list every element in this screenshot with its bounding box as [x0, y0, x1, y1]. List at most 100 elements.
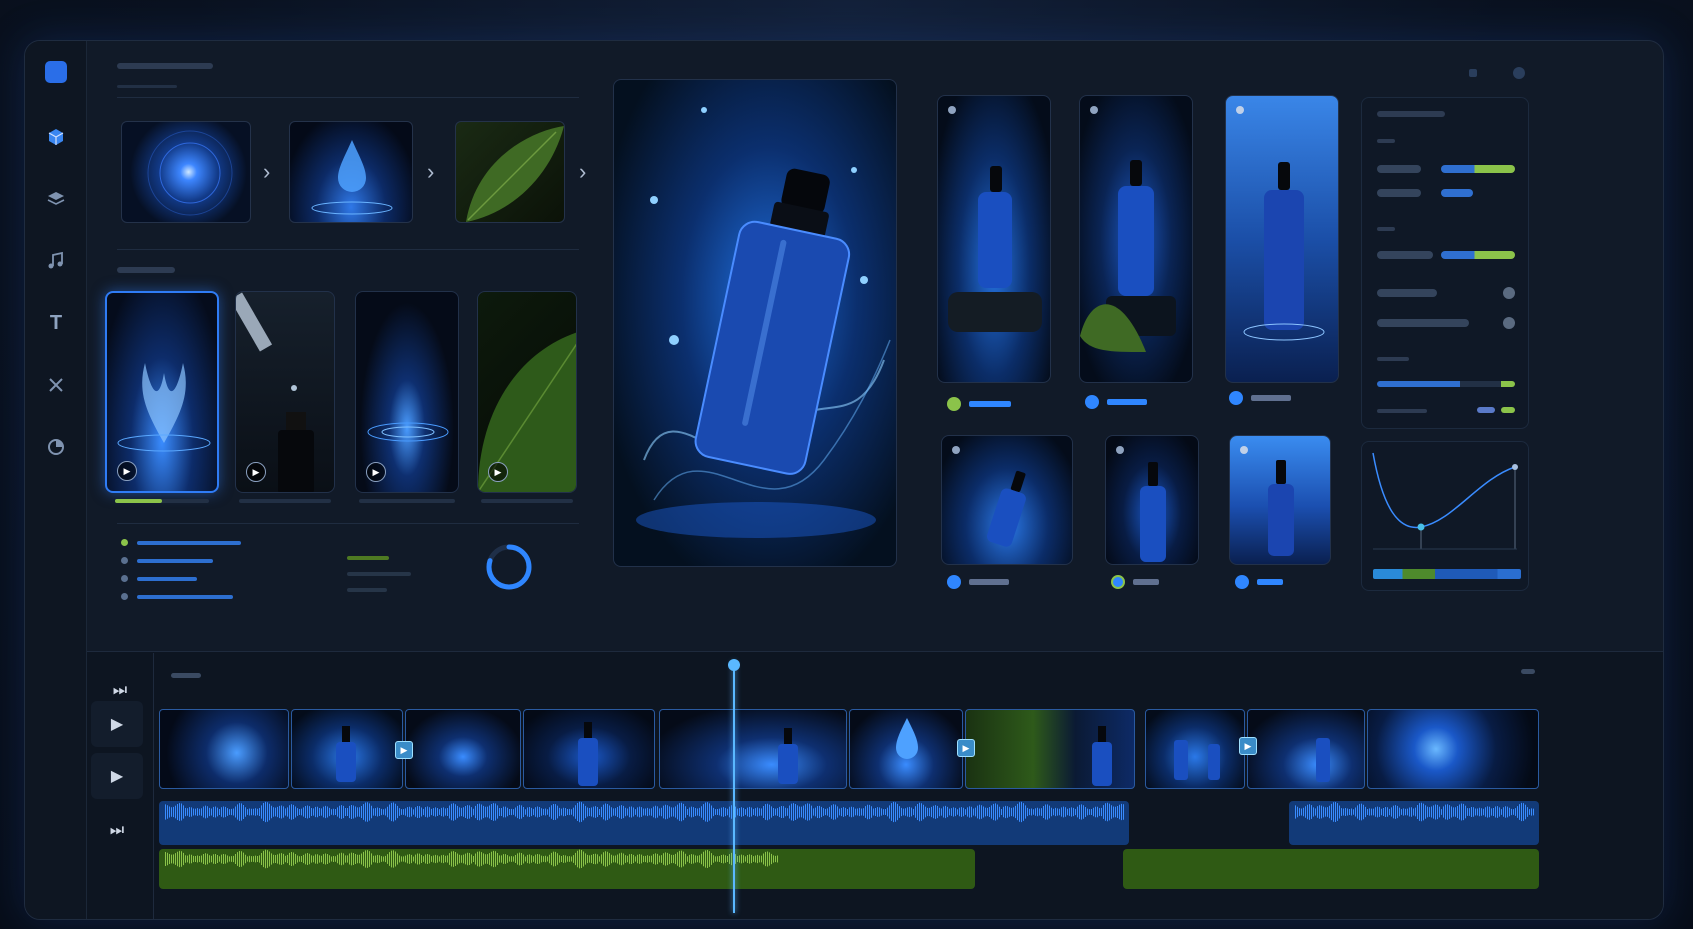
editor-window: T › › › ▶ ▶ ▶ ▶ ⏭ ▶ ▶ ⏭ ▶ ▶ ▶ [24, 40, 1664, 920]
clip-card-ripple[interactable]: ▶ [355, 291, 459, 493]
setting-slider[interactable] [1441, 189, 1473, 197]
settings-panel [1361, 97, 1529, 429]
settings-title [1377, 111, 1445, 117]
timeline-clip[interactable] [523, 709, 655, 789]
variant-label-bar [969, 579, 1009, 585]
play-button[interactable]: ▶ [91, 701, 143, 747]
timeline-divider [153, 653, 154, 919]
storyboard-frame-vortex[interactable] [121, 121, 251, 223]
divider [117, 249, 579, 250]
storyboard-frame-droplet[interactable] [289, 121, 413, 223]
list-dot [121, 575, 128, 582]
toggle-knob[interactable] [1503, 287, 1515, 299]
timeline-clip[interactable] [1367, 709, 1539, 789]
easing-curve-graph[interactable] [1369, 449, 1521, 559]
setting-label [1377, 289, 1437, 297]
status-dot [1235, 575, 1249, 589]
variant-card-leaf[interactable] [1079, 95, 1193, 383]
play-icon[interactable]: ▶ [246, 462, 266, 482]
setting-label [1377, 319, 1469, 327]
timeline-clip[interactable] [291, 709, 403, 789]
timeline-clip[interactable] [1247, 709, 1365, 789]
timeline-ruler-label [171, 673, 201, 678]
variant-card-splash-small[interactable] [941, 435, 1073, 565]
status-bar [347, 556, 389, 560]
timeline-clip[interactable] [1145, 709, 1245, 789]
status-bar [347, 588, 387, 592]
chevron-right-icon: › [579, 159, 587, 184]
setting-chip[interactable] [1477, 407, 1495, 413]
color-strip [1373, 569, 1521, 579]
status-bar [347, 572, 411, 576]
setting-label [1377, 409, 1427, 413]
setting-chip[interactable] [1501, 407, 1515, 413]
setting-label [1377, 189, 1421, 197]
list-item-bar [137, 595, 233, 599]
settings-section [1377, 227, 1395, 231]
play-icon[interactable]: ▶ [117, 461, 137, 481]
setting-slider[interactable] [1441, 251, 1515, 259]
setting-slider[interactable] [1377, 381, 1515, 387]
main-preview[interactable] [613, 79, 897, 567]
window-control[interactable] [1469, 69, 1477, 77]
divider [117, 97, 579, 98]
clip-card-leaf[interactable]: ▶ [477, 291, 577, 493]
timeline-clip[interactable] [159, 709, 289, 789]
status-dot [947, 575, 961, 589]
panel-title [117, 63, 213, 69]
playhead-handle[interactable] [728, 659, 740, 671]
card-indicator [1116, 446, 1124, 454]
timeline-clip[interactable] [965, 709, 1135, 789]
variant-label-bar [1107, 399, 1147, 405]
card-indicator [1240, 446, 1248, 454]
play-button[interactable]: ▶ [91, 753, 143, 799]
timeline-clip[interactable] [405, 709, 521, 789]
variant-card-bright[interactable] [1229, 435, 1331, 565]
chevron-right-icon: › [263, 159, 271, 184]
variant-card-stone[interactable] [937, 95, 1051, 383]
transition-icon[interactable]: ▶ [957, 739, 975, 757]
status-dot [1229, 391, 1243, 405]
cube-icon[interactable] [42, 123, 70, 151]
card-indicator [948, 106, 956, 114]
transition-icon[interactable]: ▶ [395, 741, 413, 759]
audio-track-blue[interactable] [159, 801, 1539, 845]
variant-card-water[interactable] [1225, 95, 1339, 383]
timeline-clip[interactable] [659, 709, 847, 789]
list-dot [121, 593, 128, 600]
status-dot [1085, 395, 1099, 409]
logo-icon[interactable] [45, 61, 67, 83]
clip-progress-bar [359, 499, 455, 503]
playhead[interactable] [733, 661, 735, 913]
divider [117, 523, 579, 524]
audio-track-green[interactable] [159, 849, 1539, 893]
clip-card-splash[interactable]: ▶ [105, 291, 219, 493]
settings-section [1377, 357, 1409, 361]
list-item-bar [137, 577, 197, 581]
clip-progress-bar [115, 499, 209, 503]
variant-label-bar [1251, 395, 1291, 401]
variant-label-bar [1257, 579, 1283, 585]
window-control[interactable] [1513, 67, 1525, 79]
variant-card-dark[interactable] [1105, 435, 1199, 565]
toggle-knob[interactable] [1503, 317, 1515, 329]
timeline-clip[interactable] [849, 709, 963, 789]
card-indicator [1236, 106, 1244, 114]
settings-section [1377, 139, 1395, 143]
section-title [117, 267, 175, 273]
play-icon[interactable]: ▶ [488, 462, 508, 482]
layers-icon[interactable] [42, 185, 70, 213]
clip-progress-bar [481, 499, 573, 503]
music-icon[interactable] [42, 247, 70, 275]
scissors-icon[interactable] [42, 371, 70, 399]
color-wheel-icon[interactable] [42, 433, 70, 461]
transition-icon[interactable]: ▶ [1239, 737, 1257, 755]
storyboard-frame-leaf[interactable] [455, 121, 565, 223]
play-icon[interactable]: ▶ [366, 462, 386, 482]
clip-card-dropper[interactable]: ▶ [235, 291, 335, 493]
panel-subtitle [117, 85, 177, 88]
setting-slider[interactable] [1441, 165, 1515, 173]
text-icon[interactable]: T [42, 309, 70, 337]
list-item-bar [137, 541, 241, 545]
skip-forward-button[interactable]: ⏭ [91, 811, 143, 851]
